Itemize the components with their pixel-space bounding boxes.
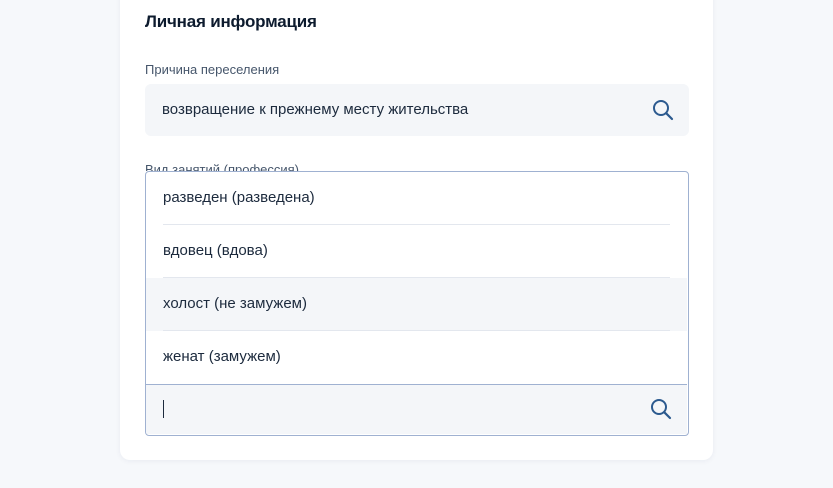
dropdown-option[interactable]: женат (замужем) bbox=[146, 331, 687, 384]
search-icon[interactable] bbox=[649, 397, 673, 421]
dropdown-option[interactable]: вдовец (вдова) bbox=[146, 225, 687, 278]
option-label: разведен (разведена) bbox=[163, 189, 315, 206]
search-icon[interactable] bbox=[651, 98, 675, 122]
option-label: холост (не замужем) bbox=[163, 295, 307, 312]
page: Личная информация Причина переселения во… bbox=[0, 0, 833, 488]
occupation-dropdown: разведен (разведена) вдовец (вдова) холо… bbox=[145, 171, 689, 436]
reason-input[interactable]: возвращение к прежнему месту жительства bbox=[145, 84, 689, 136]
reason-value: возвращение к прежнему месту жительства bbox=[162, 101, 469, 118]
dropdown-option-highlighted[interactable]: холост (не замужем) bbox=[146, 278, 687, 331]
personal-info-card: Личная информация Причина переселения во… bbox=[120, 0, 713, 460]
option-label: вдовец (вдова) bbox=[163, 242, 268, 259]
occupation-label: Вид занятий (профессия) bbox=[145, 162, 300, 171]
reason-label: Причина переселения bbox=[145, 62, 280, 77]
section-title: Личная информация bbox=[145, 12, 317, 31]
occupation-search-input[interactable] bbox=[146, 384, 687, 434]
dropdown-option[interactable]: разведен (разведена) bbox=[146, 172, 687, 225]
option-label: женат (замужем) bbox=[163, 348, 281, 365]
text-caret bbox=[163, 400, 164, 418]
